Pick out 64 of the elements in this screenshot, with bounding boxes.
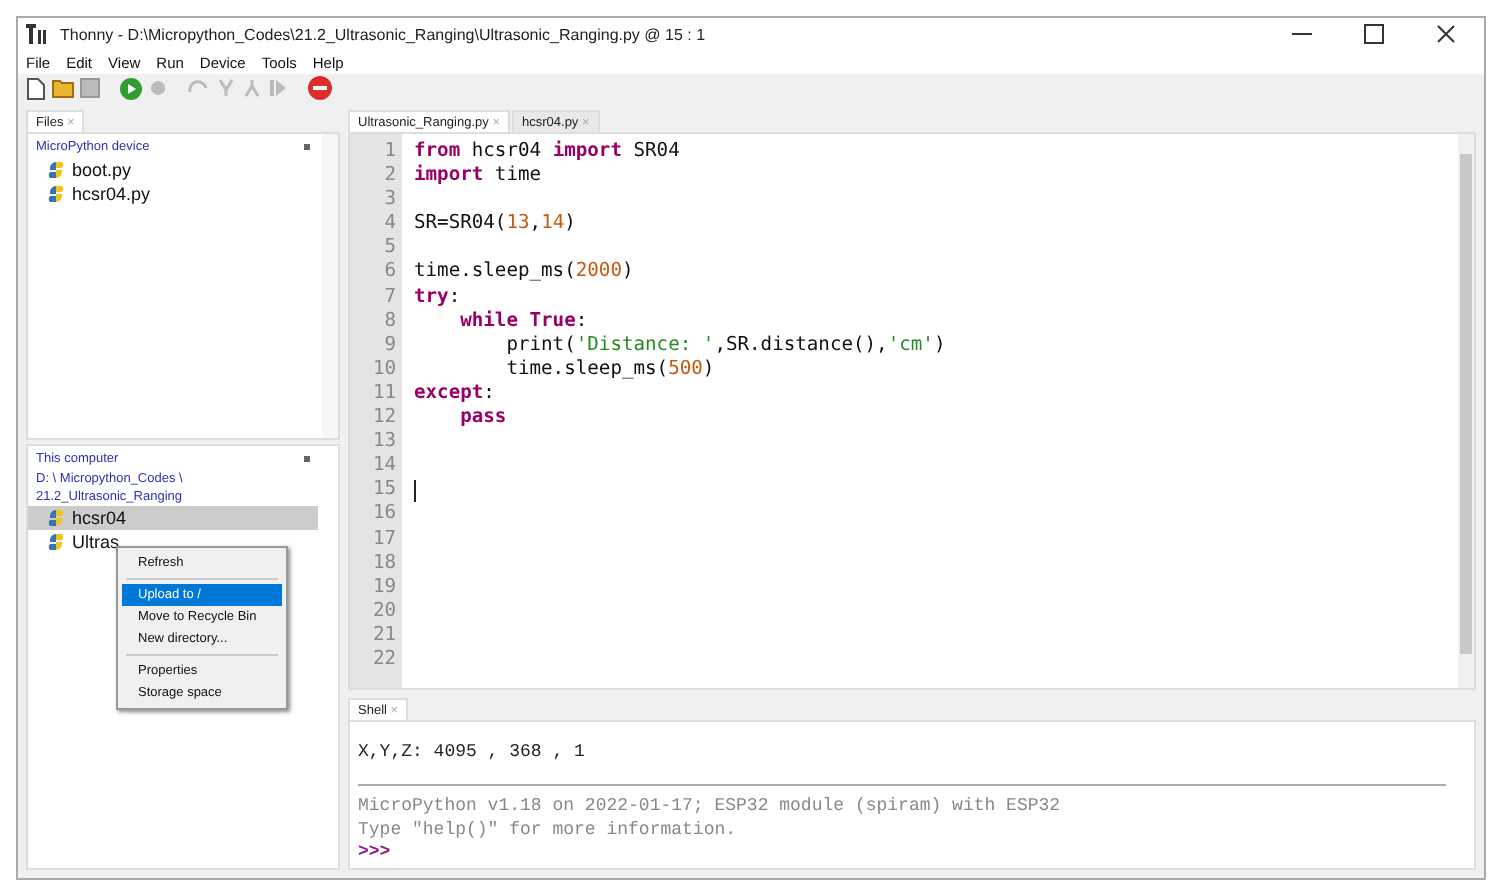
pane-menu-icon[interactable] <box>304 144 310 150</box>
folder-icon[interactable] <box>52 78 74 98</box>
step-out-icon[interactable] <box>242 78 262 98</box>
shell-banner-line: MicroPython v1.18 on 2022-01-17; ESP32 module (spiram) with ESP32 <box>358 794 1063 818</box>
tree-entry[interactable]: boot.py <box>28 158 318 182</box>
line-number: 3 <box>382 188 398 213</box>
code-line: import time <box>414 164 542 189</box>
code-line: time.sleep_ms(500) <box>504 357 715 382</box>
code-line: SR=SR04(13,14) <box>414 212 576 237</box>
shell-prompt: >>> <box>358 842 393 864</box>
line-number: 20 <box>370 599 398 624</box>
debug-icon[interactable] <box>148 78 168 98</box>
line-number: 19 <box>370 575 398 600</box>
shell-banner-line: Type "help()" for more information. <box>358 818 739 842</box>
line-number: 17 <box>370 527 398 552</box>
maximize-icon[interactable] <box>1364 24 1384 44</box>
python-file-icon <box>48 162 64 178</box>
step-into-icon[interactable] <box>216 78 236 98</box>
tree-entry[interactable]: Ultras <box>28 530 318 554</box>
line-number: 22 <box>370 647 398 673</box>
new-file-icon[interactable] <box>26 77 46 99</box>
scrollbar-track[interactable] <box>322 134 338 438</box>
line-number: 16 <box>370 502 398 527</box>
line-number: 5 <box>382 236 398 261</box>
code-line: from hcsr04 import SR04 <box>414 140 680 164</box>
python-file-icon <box>48 186 64 202</box>
code-line: time.sleep_ms(2000) <box>414 260 634 286</box>
line-number: 7 <box>382 285 398 310</box>
resume-icon[interactable] <box>268 78 288 98</box>
line-number: 12 <box>370 406 398 431</box>
line-number: 9 <box>382 333 398 358</box>
line-number: 13 <box>370 430 398 455</box>
shell-output-line: X,Y,Z: 4095 , 368 , 1 <box>358 742 587 764</box>
shell-panel[interactable]: X,Y,Z: 4095 , 368 , 1 MicroPython v1.18 on 2022-01-17; ESP32 module (spiram) with ESP32 Type "help()" for more information. >>> <box>348 720 1476 870</box>
close-icon[interactable] <box>1436 24 1456 44</box>
run-icon[interactable] <box>120 77 142 99</box>
code-editor[interactable] <box>348 132 1476 690</box>
step-over-icon[interactable] <box>188 78 210 98</box>
line-number: 1 <box>382 140 398 165</box>
tree-entry[interactable]: hcsr04.py <box>28 182 318 206</box>
code-line: while True: <box>458 309 588 334</box>
line-number: 6 <box>382 260 398 286</box>
python-file-icon <box>48 534 64 550</box>
line-number: 10 <box>370 357 398 382</box>
scrollbar-thumb[interactable] <box>1460 154 1472 654</box>
line-number: 8 <box>382 309 398 334</box>
code-line: except: <box>414 381 495 407</box>
app-logo-icon <box>26 24 48 44</box>
pane-menu-icon[interactable] <box>304 456 310 462</box>
line-number: 18 <box>370 551 398 576</box>
line-number: 4 <box>382 212 398 237</box>
line-number: 2 <box>382 164 398 189</box>
stop-icon[interactable] <box>308 76 332 100</box>
tree-entry[interactable]: hcsr04 <box>28 506 318 530</box>
line-number: 15 <box>370 478 398 503</box>
line-number: 21 <box>370 623 398 648</box>
line-number: 14 <box>370 454 398 479</box>
code-line: pass <box>458 406 507 431</box>
python-file-icon <box>48 510 64 526</box>
code-line: print('Distance: ',SR.distance(),'cm') <box>504 333 946 358</box>
save-icon[interactable] <box>80 78 100 98</box>
line-number: 11 <box>370 381 398 407</box>
window-title: Thonny - D:\Micropython_Codes\21.2_Ultrasonic_Ranging\Ultrasonic_Ranging.py @ 15 : 1 <box>60 25 706 43</box>
code-line: try: <box>414 285 461 310</box>
